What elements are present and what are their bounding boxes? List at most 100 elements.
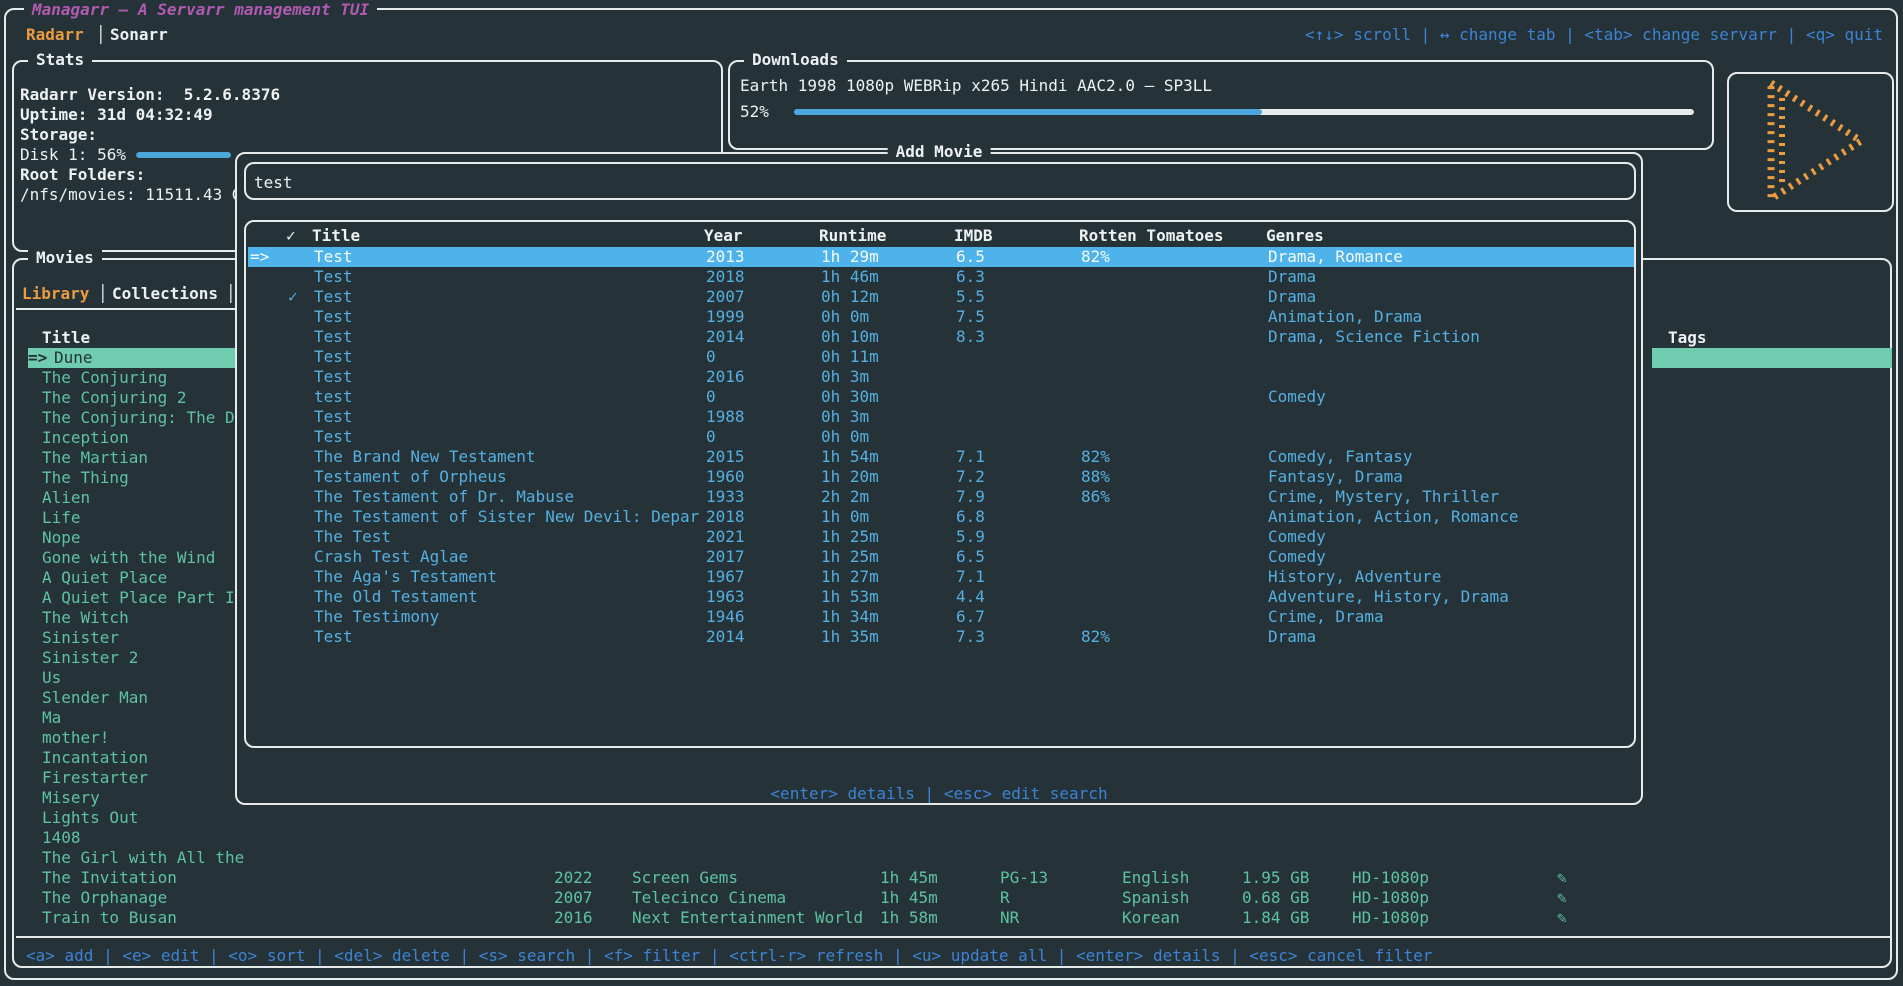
selected-movie-row[interactable]: => Dune bbox=[28, 348, 237, 368]
add-movie-result-row[interactable]: Test19880h 3m bbox=[248, 407, 1634, 427]
edit-pencil-icon[interactable]: ✎ bbox=[1557, 908, 1567, 928]
result-imdb: 6.3 bbox=[956, 267, 985, 287]
library-row-details[interactable]: 2007Telecinco Cinema1h 45mRSpanish0.68 G… bbox=[14, 888, 1890, 908]
edit-pencil-icon[interactable]: ✎ bbox=[1557, 888, 1567, 908]
result-title: test bbox=[314, 387, 353, 407]
add-movie-result-row[interactable]: The Testimony19461h 34m6.7Crime, Drama bbox=[248, 607, 1634, 627]
add-movie-search-input[interactable] bbox=[254, 169, 854, 195]
add-movie-result-row[interactable]: ✓Test20070h 12m5.5Drama bbox=[248, 287, 1634, 307]
tab-radarr[interactable]: Radarr bbox=[26, 25, 84, 45]
result-rotten-tomatoes: 82% bbox=[1081, 627, 1110, 647]
add-movie-result-row[interactable]: The Test20211h 25m5.9Comedy bbox=[248, 527, 1634, 547]
managarr-screen: Managarr – A Servarr management TUI Rada… bbox=[0, 0, 1903, 986]
movie-list-item[interactable]: Life bbox=[42, 508, 248, 528]
movie-list-item[interactable]: Firestarter bbox=[42, 768, 248, 788]
result-title: The Testament of Dr. Mabuse bbox=[314, 487, 574, 507]
movie-list-item[interactable]: The Conjuring 2 bbox=[42, 388, 248, 408]
result-title: Test bbox=[314, 427, 353, 447]
result-title: Test bbox=[314, 347, 353, 367]
library-row-details[interactable]: 2022Screen Gems1h 45mPG-13English1.95 GB… bbox=[14, 868, 1890, 888]
library-cell-studio: Telecinco Cinema bbox=[632, 888, 786, 908]
add-movie-result-row[interactable]: The Brand New Testament20151h 54m7.182%C… bbox=[248, 447, 1634, 467]
add-movie-result-row[interactable]: =>Test20131h 29m6.582%Drama, Romance bbox=[248, 247, 1634, 267]
movie-list-item[interactable]: Inception bbox=[42, 428, 248, 448]
result-genres: Crime, Mystery, Thriller bbox=[1268, 487, 1499, 507]
movie-list-item[interactable]: A Quiet Place Part II bbox=[42, 588, 248, 608]
add-movie-result-row[interactable]: Test20141h 35m7.382%Drama bbox=[248, 627, 1634, 647]
movie-list-item[interactable]: Slender Man bbox=[42, 688, 248, 708]
add-movie-result-row[interactable]: test00h 30mComedy bbox=[248, 387, 1634, 407]
add-movie-result-row[interactable]: The Old Testament19631h 53m4.4Adventure,… bbox=[248, 587, 1634, 607]
stat-version-line: Radarr Version: 5.2.6.8376 bbox=[20, 85, 280, 105]
result-runtime: 1h 0m bbox=[821, 507, 869, 527]
selected-movie-tags-cell[interactable] bbox=[1652, 348, 1892, 368]
result-title: The Old Testament bbox=[314, 587, 478, 607]
result-title: The Aga's Testament bbox=[314, 567, 497, 587]
movie-list-item[interactable]: Gone with the Wind bbox=[42, 548, 248, 568]
selection-marker: => bbox=[28, 348, 47, 368]
stats-panel-title: Stats bbox=[28, 50, 92, 70]
search-box bbox=[244, 162, 1636, 200]
movie-list-item[interactable]: The Witch bbox=[42, 608, 248, 628]
movie-list-item[interactable]: Us bbox=[42, 668, 248, 688]
result-year: 2018 bbox=[706, 267, 745, 287]
result-year: 2015 bbox=[706, 447, 745, 467]
result-title: Test bbox=[314, 407, 353, 427]
movie-list-item[interactable]: The Thing bbox=[42, 468, 248, 488]
add-movie-result-row[interactable]: The Aga's Testament19671h 27m7.1History,… bbox=[248, 567, 1634, 587]
result-year: 2007 bbox=[706, 287, 745, 307]
add-movie-result-row[interactable]: Test00h 0m bbox=[248, 427, 1634, 447]
library-cell-runtime: 1h 58m bbox=[880, 908, 938, 928]
movie-list-item[interactable]: The Girl with All the bbox=[42, 848, 248, 868]
result-runtime: 0h 3m bbox=[821, 407, 869, 427]
result-year: 1933 bbox=[706, 487, 745, 507]
library-cell-language: English bbox=[1122, 868, 1189, 888]
movie-list-item[interactable]: Lights Out bbox=[42, 808, 248, 828]
movie-list-item[interactable]: Sinister bbox=[42, 628, 248, 648]
tab-sonarr[interactable]: Sonarr bbox=[110, 25, 168, 45]
stat-disk-line: Disk 1: 56% bbox=[20, 145, 126, 165]
result-genres: Drama bbox=[1268, 287, 1316, 307]
managarr-play-logo-icon bbox=[1729, 74, 1892, 210]
add-movie-result-row[interactable]: Testament of Orpheus19601h 20m7.288%Fant… bbox=[248, 467, 1634, 487]
add-movie-result-row[interactable]: Test20160h 3m bbox=[248, 367, 1634, 387]
result-genres: Animation, Action, Romance bbox=[1268, 507, 1518, 527]
top-keybind-hints: <↑↓> scroll | ↔ change tab | <tab> chang… bbox=[1305, 25, 1883, 45]
result-genres: Crime, Drama bbox=[1268, 607, 1384, 627]
movie-list-item[interactable]: Ma bbox=[42, 708, 248, 728]
add-movie-result-row[interactable]: Crash Test Aglae20171h 25m6.5Comedy bbox=[248, 547, 1634, 567]
add-movie-result-row[interactable]: Test19990h 0m7.5Animation, Drama bbox=[248, 307, 1634, 327]
library-cell-year: 2022 bbox=[554, 868, 593, 888]
movie-list-item[interactable]: Nope bbox=[42, 528, 248, 548]
library-row-details[interactable]: 2016Next Entertainment World1h 58mNRKore… bbox=[14, 908, 1890, 928]
add-movie-result-row[interactable]: Test00h 11m bbox=[248, 347, 1634, 367]
result-runtime: 0h 11m bbox=[821, 347, 879, 367]
tab-collections[interactable]: Collections bbox=[112, 284, 218, 304]
result-genres: Drama, Science Fiction bbox=[1268, 327, 1480, 347]
result-imdb: 7.3 bbox=[956, 627, 985, 647]
add-movie-result-row[interactable]: The Testament of Dr. Mabuse19332h 2m7.98… bbox=[248, 487, 1634, 507]
movie-list-item[interactable]: Misery bbox=[42, 788, 248, 808]
add-movie-result-row[interactable]: Test20181h 46m6.3Drama bbox=[248, 267, 1634, 287]
movie-list-item[interactable]: Sinister 2 bbox=[42, 648, 248, 668]
movie-list-item[interactable]: mother! bbox=[42, 728, 248, 748]
movie-list-item[interactable]: 1408 bbox=[42, 828, 248, 848]
tab-separator: │ bbox=[98, 284, 108, 304]
result-year: 0 bbox=[706, 427, 716, 447]
movie-list-item[interactable]: The Martian bbox=[42, 448, 248, 468]
column-header-genres: Genres bbox=[1266, 226, 1324, 246]
tab-library[interactable]: Library bbox=[22, 284, 89, 304]
add-movie-result-row[interactable]: Test20140h 10m8.3Drama, Science Fiction bbox=[248, 327, 1634, 347]
result-year: 2013 bbox=[706, 247, 745, 267]
result-genres: Comedy bbox=[1268, 527, 1326, 547]
movie-list-item[interactable]: The Conjuring: The De bbox=[42, 408, 248, 428]
movie-list-item[interactable]: The Conjuring bbox=[42, 368, 248, 388]
movie-list-item[interactable]: A Quiet Place bbox=[42, 568, 248, 588]
download-percent: 52% bbox=[740, 102, 769, 122]
library-cell-language: Spanish bbox=[1122, 888, 1189, 908]
edit-pencil-icon[interactable]: ✎ bbox=[1557, 868, 1567, 888]
movie-list-item[interactable]: Alien bbox=[42, 488, 248, 508]
movie-list-item[interactable]: Incantation bbox=[42, 748, 248, 768]
library-cell-runtime: 1h 45m bbox=[880, 868, 938, 888]
add-movie-result-row[interactable]: The Testament of Sister New Devil: Depar… bbox=[248, 507, 1634, 527]
